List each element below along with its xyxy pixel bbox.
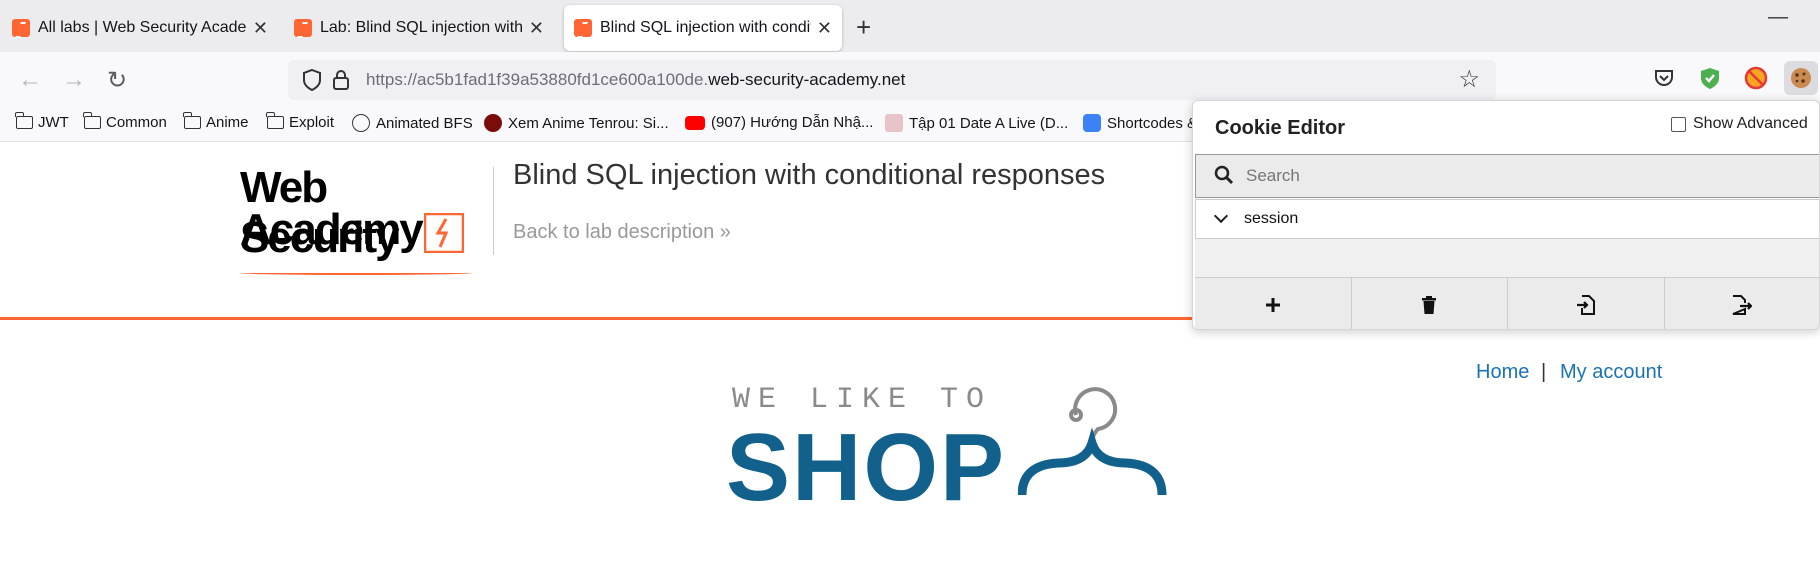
- close-icon[interactable]: ✕: [253, 18, 268, 39]
- export-button[interactable]: [1665, 278, 1820, 329]
- tab-all-labs[interactable]: All labs | Web Security Academy ✕: [2, 5, 278, 51]
- chevron-down-icon[interactable]: [1213, 208, 1229, 224]
- anime-icon: [885, 114, 903, 132]
- shop-tagline: WE LIKE TO: [732, 383, 993, 417]
- hanger-icon: [1018, 387, 1167, 496]
- cookie-icon[interactable]: [1784, 61, 1818, 95]
- delete-all-button[interactable]: [1352, 278, 1508, 329]
- minimize-button[interactable]: —: [1768, 6, 1788, 29]
- cookie-editor-popup: Cookie Editor Show Advanced session: [1192, 100, 1820, 330]
- url-text[interactable]: https://ac5b1fad1f39a53880fd1ce600a100de…: [366, 70, 905, 90]
- add-cookie-button[interactable]: [1195, 278, 1352, 329]
- new-tab-button[interactable]: +: [856, 12, 871, 43]
- site-icon: [484, 114, 502, 132]
- pocket-icon[interactable]: [1650, 64, 1678, 92]
- reload-icon[interactable]: ↻: [107, 66, 127, 95]
- tab-title: Blind SQL injection with conditi: [600, 19, 811, 36]
- globe-icon: [352, 114, 370, 132]
- shop-word: SHOP: [726, 414, 1007, 521]
- home-link[interactable]: Home: [1476, 361, 1529, 384]
- bookmark-label: Anime: [206, 114, 249, 131]
- bookmark-label: Exploit: [289, 114, 335, 131]
- bookmark-youtube[interactable]: (907) Hướng Dẫn Nhậ...: [685, 114, 873, 131]
- bookmark-jwt[interactable]: JWT: [15, 112, 69, 131]
- bookmark-label: (907) Hướng Dẫn Nhậ...: [711, 114, 874, 131]
- my-account-link[interactable]: My account: [1560, 361, 1662, 384]
- cookie-list-empty-area: [1195, 239, 1819, 277]
- blocker-extension-icon[interactable]: [1742, 64, 1770, 92]
- tab-title: All labs | Web Security Academy: [38, 19, 247, 36]
- forward-arrow-icon[interactable]: →: [62, 66, 86, 94]
- show-advanced-toggle[interactable]: Show Advanced: [1671, 115, 1808, 133]
- rocket-icon: [1083, 114, 1101, 132]
- bookmark-common[interactable]: Common: [83, 112, 167, 131]
- bookmark-label: Xem Anime Tenrou: Si...: [508, 114, 669, 132]
- url-domain: web-security-academy.net: [708, 70, 906, 89]
- bookmark-star-icon[interactable]: ☆: [1458, 65, 1480, 94]
- close-icon[interactable]: ✕: [817, 18, 832, 39]
- close-icon[interactable]: ✕: [529, 18, 544, 39]
- bookmark-anime[interactable]: Anime: [183, 112, 249, 131]
- folder-icon: [15, 112, 33, 129]
- adguard-shield-icon[interactable]: [1696, 64, 1724, 92]
- bookmark-label: Animated BFS: [376, 114, 473, 132]
- export-icon: [1732, 294, 1753, 315]
- import-button[interactable]: [1508, 278, 1665, 329]
- portswigger-favicon-icon: [12, 19, 30, 37]
- bookmark-shortcodes[interactable]: Shortcodes &: [1083, 114, 1197, 132]
- header-divider: [493, 167, 494, 255]
- nav-separator: |: [1541, 361, 1547, 383]
- tab-strip: All labs | Web Security Academy ✕ Lab: B…: [0, 0, 1820, 52]
- logo-line2: Academy: [240, 205, 424, 254]
- back-to-lab-link[interactable]: Back to lab description »: [513, 221, 731, 244]
- show-advanced-checkbox[interactable]: [1671, 116, 1686, 132]
- cookie-search-input[interactable]: [1246, 155, 1806, 197]
- folder-icon: [83, 112, 101, 129]
- cookie-search-box[interactable]: [1195, 154, 1819, 198]
- logo-underline: [240, 271, 472, 275]
- bookmark-animated-bfs[interactable]: Animated BFS: [352, 114, 473, 132]
- bookmark-xem-anime[interactable]: Xem Anime Tenrou: Si...: [484, 114, 669, 132]
- shield-icon[interactable]: [302, 68, 322, 92]
- bookmark-exploit[interactable]: Exploit: [266, 112, 335, 131]
- url-prefix: https://ac5b1fad1f39a53880fd1ce600a100de…: [366, 70, 709, 89]
- tab-blind-sql[interactable]: Blind SQL injection with conditi ✕: [564, 5, 842, 51]
- folder-icon: [183, 112, 201, 129]
- url-bar[interactable]: https://ac5b1fad1f39a53880fd1ce600a100de…: [288, 60, 1496, 100]
- tab-lab[interactable]: Lab: Blind SQL injection with co ✕: [284, 5, 554, 51]
- folder-icon: [266, 112, 284, 129]
- back-arrow-icon[interactable]: ←: [18, 66, 42, 94]
- lock-icon[interactable]: [332, 68, 350, 92]
- bookmark-date-a-live[interactable]: Tập 01 Date A Live (D...: [885, 114, 1068, 132]
- search-icon: [1214, 165, 1234, 185]
- youtube-icon: [685, 115, 705, 130]
- lab-title: Blind SQL injection with conditional res…: [513, 159, 1106, 191]
- web-security-academy-logo[interactable]: Web Security Academy: [240, 163, 490, 275]
- show-advanced-label: Show Advanced: [1693, 115, 1808, 132]
- bookmark-label: Shortcodes &: [1107, 114, 1198, 132]
- trash-icon: [1422, 295, 1437, 314]
- bookmark-label: Tập 01 Date A Live (D...: [909, 114, 1069, 132]
- tab-title: Lab: Blind SQL injection with co: [320, 19, 523, 36]
- lightning-bolt-icon: [424, 213, 464, 253]
- cookie-editor-title: Cookie Editor: [1215, 117, 1346, 139]
- plus-icon: [1265, 297, 1280, 312]
- cookie-name: session: [1244, 210, 1299, 227]
- bookmark-label: JWT: [38, 114, 69, 131]
- cookie-editor-toolbar: [1195, 277, 1820, 329]
- portswigger-favicon-icon: [294, 19, 312, 37]
- bookmark-label: Common: [106, 114, 167, 131]
- import-icon: [1576, 294, 1595, 315]
- cookie-row-session[interactable]: session: [1195, 199, 1819, 239]
- portswigger-favicon-icon: [574, 19, 592, 37]
